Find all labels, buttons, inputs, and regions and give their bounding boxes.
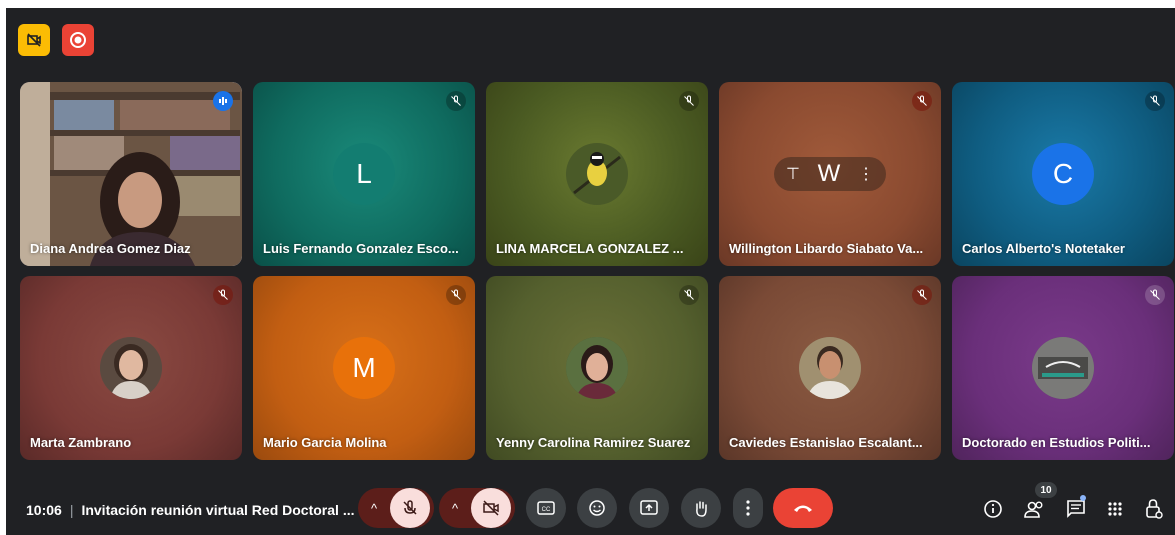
- chevron-up-icon[interactable]: ^: [358, 501, 390, 516]
- bottom-toolbar: 10:06 | Invitación reunión virtual Red D…: [6, 482, 1175, 535]
- participant-tile[interactable]: LINA MARCELA GONZALEZ ...: [486, 82, 708, 266]
- participant-tile[interactable]: Marta Zambrano: [20, 276, 242, 460]
- chevron-up-icon[interactable]: ^: [439, 501, 471, 516]
- mic-off-icon[interactable]: [390, 488, 430, 528]
- participant-tile[interactable]: C Carlos Alberto's Notetaker: [952, 82, 1174, 266]
- avatar: C: [1032, 143, 1094, 205]
- mic-off-icon: [1145, 91, 1165, 111]
- mic-off-icon: [679, 91, 699, 111]
- participant-tile[interactable]: ⊤ W ⋮ Willington Libardo Siabato Va...: [719, 82, 941, 266]
- avatar: [566, 337, 628, 399]
- svg-text:CC: CC: [542, 507, 551, 513]
- mic-off-icon: [213, 285, 233, 305]
- mic-off-icon: [446, 285, 466, 305]
- camera-off-icon[interactable]: [18, 24, 50, 56]
- speaking-indicator-icon: [213, 91, 233, 111]
- chat-notification-dot: [1080, 495, 1086, 501]
- present-icon[interactable]: [629, 488, 669, 528]
- mic-control: ^: [358, 488, 434, 528]
- avatar: [566, 143, 628, 205]
- camera-off-icon[interactable]: [471, 488, 511, 528]
- mic-off-icon: [679, 285, 699, 305]
- participant-name: Luis Fernando Gonzalez Esco...: [263, 241, 459, 256]
- participant-tile[interactable]: Doctorado en Estudios Politi...: [952, 276, 1174, 460]
- participant-tile[interactable]: Caviedes Estanislao Escalant...: [719, 276, 941, 460]
- end-call-icon[interactable]: [773, 488, 833, 528]
- participant-name: Doctorado en Estudios Politi...: [962, 435, 1151, 450]
- participant-name: Diana Andrea Gomez Diaz: [30, 241, 191, 256]
- participant-tile[interactable]: Diana Andrea Gomez Diaz: [20, 82, 242, 266]
- video-feed: [20, 82, 242, 266]
- captions-icon[interactable]: CC: [526, 488, 566, 528]
- meeting-title[interactable]: Invitación reunión virtual Red Doctoral …: [81, 502, 354, 518]
- participant-name: Marta Zambrano: [30, 435, 132, 450]
- clock-time: 10:06: [26, 502, 62, 518]
- meet-window: Diana Andrea Gomez Diaz L Luis Fernando …: [6, 8, 1175, 535]
- raise-hand-icon[interactable]: [681, 488, 721, 528]
- participant-name: Willington Libardo Siabato Va...: [729, 241, 924, 256]
- avatar: [1032, 337, 1094, 399]
- mic-off-icon: [1145, 285, 1165, 305]
- camera-control: ^: [439, 488, 515, 528]
- host-controls-icon[interactable]: [1145, 498, 1163, 525]
- participant-name: Caviedes Estanislao Escalant...: [729, 435, 923, 450]
- avatar: M: [333, 337, 395, 399]
- mic-off-icon: [912, 91, 932, 111]
- avatar: L: [333, 143, 395, 205]
- more-options-icon[interactable]: [733, 488, 763, 528]
- mic-off-icon: [912, 285, 932, 305]
- avatar: [100, 337, 162, 399]
- top-indicators: [18, 24, 94, 56]
- participant-tile[interactable]: L Luis Fernando Gonzalez Esco...: [253, 82, 475, 266]
- people-count-badge: 10: [1035, 482, 1057, 498]
- participant-name: Mario Garcia Molina: [263, 435, 387, 450]
- avatar: W: [817, 160, 841, 187]
- tile-hover-controls: ⊤ W ⋮: [774, 157, 886, 191]
- participant-name: Yenny Carolina Ramirez Suarez: [496, 435, 691, 450]
- participant-name: Carlos Alberto's Notetaker: [962, 241, 1125, 256]
- info-icon[interactable]: [983, 499, 1003, 524]
- activities-icon[interactable]: [1107, 501, 1123, 522]
- avatar: [799, 337, 861, 399]
- mic-off-icon: [446, 91, 466, 111]
- participant-tile[interactable]: M Mario Garcia Molina: [253, 276, 475, 460]
- chat-icon[interactable]: [1066, 499, 1086, 524]
- record-icon[interactable]: [62, 24, 94, 56]
- emoji-icon[interactable]: [577, 488, 617, 528]
- people-icon[interactable]: [1024, 499, 1046, 524]
- meeting-info: 10:06 | Invitación reunión virtual Red D…: [26, 502, 355, 518]
- separator: |: [69, 502, 74, 518]
- more-options-icon[interactable]: ⋮: [858, 164, 874, 184]
- participant-tile[interactable]: Yenny Carolina Ramirez Suarez: [486, 276, 708, 460]
- pin-icon[interactable]: ⊤: [786, 164, 800, 184]
- participant-name: LINA MARCELA GONZALEZ ...: [496, 241, 684, 256]
